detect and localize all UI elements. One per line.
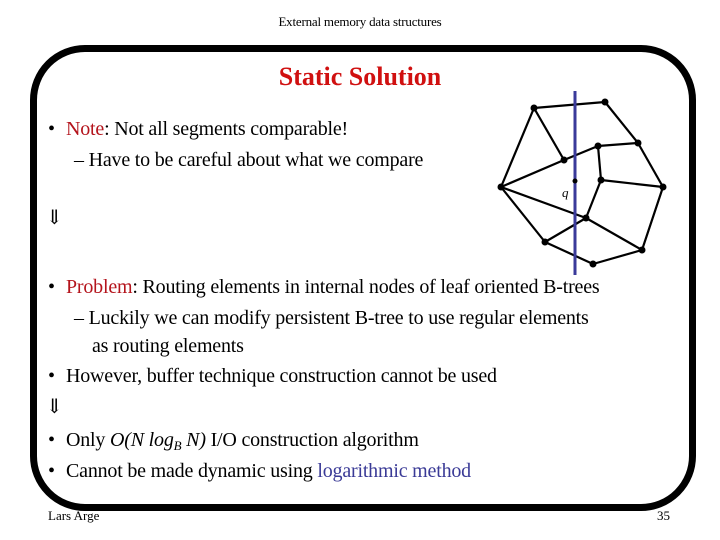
edge <box>592 248 643 266</box>
query-label: q <box>562 185 569 200</box>
vertex <box>659 183 667 191</box>
edge <box>604 101 639 144</box>
edge <box>544 217 587 243</box>
edge <box>563 144 599 162</box>
diagram-vertices <box>497 98 667 268</box>
vertex <box>530 104 538 112</box>
vertex <box>594 142 602 150</box>
page-number: 35 <box>657 508 670 523</box>
vertex <box>638 246 646 254</box>
diagram-edges <box>499 100 665 266</box>
edge <box>640 186 665 251</box>
edge <box>544 241 594 265</box>
edge <box>597 141 639 148</box>
planar-subdivision-diagram: q <box>497 91 667 275</box>
vertex <box>541 238 549 246</box>
vertex <box>634 139 642 147</box>
edge <box>600 178 664 189</box>
edge <box>584 179 603 219</box>
edge <box>533 107 565 161</box>
vertex <box>597 176 605 184</box>
edge <box>596 145 603 181</box>
edge <box>585 217 643 251</box>
footer-author: Lars Arge <box>48 508 100 523</box>
edge <box>533 100 606 110</box>
query-point <box>572 178 578 184</box>
vertex <box>601 98 609 106</box>
vertex <box>497 183 505 191</box>
edge <box>637 142 664 188</box>
vertex <box>589 260 597 268</box>
vertex <box>582 214 590 222</box>
vertex <box>560 156 568 164</box>
